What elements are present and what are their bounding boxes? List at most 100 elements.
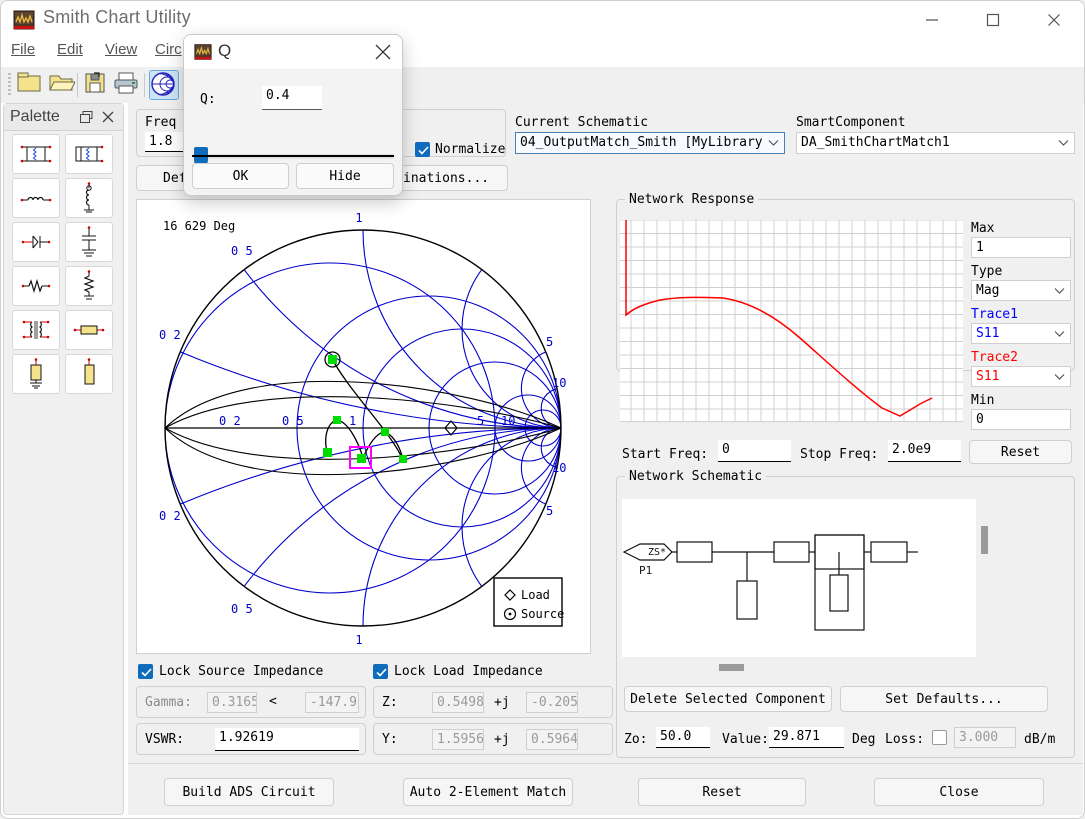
value-input[interactable]: 29.871 — [769, 727, 844, 748]
vswr-input[interactable]: 1.92619 — [215, 728, 359, 751]
smith-chart-app-icon — [13, 9, 35, 31]
svg-text:10: 10 — [552, 461, 566, 475]
menu-edit-label: Edit — [57, 41, 83, 58]
minimize-button[interactable] — [909, 1, 955, 38]
smartcomponent-combo[interactable]: DA_SmithChartMatch1 — [796, 132, 1075, 154]
window-title: Smith Chart Utility — [43, 7, 191, 27]
set-defaults-button[interactable]: Set Defaults... — [840, 686, 1048, 712]
svg-text:0 2: 0 2 — [159, 328, 181, 342]
schematic-vertical-scroll-thumb[interactable] — [981, 526, 988, 554]
q-dialog-close-icon[interactable] — [374, 43, 394, 63]
svg-text:0 5: 0 5 — [231, 244, 253, 258]
start-freq-input[interactable]: 0 — [718, 440, 791, 462]
y-imag-input[interactable]: 0.5964 — [526, 729, 578, 750]
deg-label: Deg — [852, 732, 876, 747]
chevron-down-icon — [768, 140, 779, 147]
menu-view[interactable]: View — [105, 41, 137, 58]
delete-selected-component-button[interactable]: Delete Selected Component — [624, 686, 832, 712]
lock-load-impedance-label: Lock Load Impedance — [394, 664, 543, 679]
open-folder-icon[interactable] — [47, 70, 77, 100]
z-imag-input[interactable]: -0.205 — [526, 692, 578, 713]
main-content: Freq 1.8 Normalize Defi inations... Curr… — [128, 103, 1083, 815]
schematic-horizontal-scroll-thumb[interactable] — [719, 664, 744, 671]
smith-chart-app-icon — [194, 43, 212, 61]
auto-2-element-match-button[interactable]: Auto 2-Element Match — [403, 778, 573, 806]
z-label: Z: — [382, 695, 398, 710]
trace2-label: Trace2 — [971, 350, 1018, 365]
palette-transformer[interactable] — [12, 310, 60, 350]
vswr-row: VSWR: 1.92619 — [136, 723, 366, 755]
palette-shunt-rlc[interactable] — [65, 134, 113, 174]
stop-freq-input[interactable]: 2.0e9 — [888, 440, 961, 462]
palette-series-resistor[interactable] — [12, 266, 60, 306]
palette-grid — [10, 134, 118, 398]
network-response-chart[interactable] — [620, 220, 963, 422]
svg-text:5: 5 — [546, 335, 553, 349]
palette-shunt-inductor[interactable] — [65, 178, 113, 218]
toolbar-grip[interactable] — [8, 73, 11, 97]
menu-edit[interactable]: Edit — [57, 41, 83, 58]
terminations-button[interactable]: inations... — [396, 165, 508, 191]
palette-shunt-stub-open[interactable] — [65, 354, 113, 394]
smith-chart-icon[interactable] — [149, 70, 179, 100]
y-real-input[interactable]: 1.5956 — [432, 729, 484, 750]
palette-series-inductor[interactable] — [12, 178, 60, 218]
svg-text:1: 1 — [349, 414, 356, 428]
footer-reset-button[interactable]: Reset — [638, 778, 806, 806]
lock-source-impedance-checkbox[interactable] — [138, 664, 153, 679]
svg-text:0 2: 0 2 — [219, 414, 241, 428]
max-label: Max — [971, 221, 995, 236]
lock-load-impedance-checkbox[interactable] — [373, 664, 388, 679]
z-row: Z: 0.5498 +j -0.205 — [373, 686, 613, 718]
y-row: Y: 1.5956 +j 0.5964 — [373, 723, 613, 755]
current-schematic-combo[interactable]: 04_OutputMatch_Smith [MyLibrary — [515, 132, 785, 154]
close-window-button[interactable] — [1031, 1, 1077, 38]
max-input[interactable]: 1 — [971, 237, 1071, 258]
palette-shunt-resistor[interactable] — [65, 266, 113, 306]
min-label: Min — [971, 393, 995, 408]
loss-checkbox[interactable] — [932, 730, 947, 745]
menu-file[interactable]: File — [11, 41, 35, 58]
save-floppy-icon[interactable] — [81, 70, 111, 100]
z-real-input[interactable]: 0.5498 — [432, 692, 484, 713]
min-input[interactable]: 0 — [971, 409, 1071, 430]
palette-title: Palette — [10, 108, 60, 125]
gamma-magnitude-input[interactable]: 0.3165 — [207, 692, 257, 713]
q-dialog[interactable]: Q Q: 0.4 OK Hide — [183, 34, 403, 196]
gamma-angle-input[interactable]: -147.9 — [305, 692, 359, 713]
application-window: Smith Chart Utility File Edit View Circ — [0, 0, 1085, 819]
palette-shunt-stub-shorted[interactable] — [12, 354, 60, 394]
stop-freq-label: Stop Freq: — [800, 447, 879, 462]
loss-input[interactable]: 3.000 — [954, 727, 1016, 748]
network-response-reset-button[interactable]: Reset — [969, 440, 1072, 464]
q-ok-button[interactable]: OK — [192, 163, 289, 189]
trace1-combo[interactable]: S11 — [971, 323, 1071, 344]
zo-input[interactable]: 50.0 — [656, 727, 710, 748]
palette-shunt-capacitor[interactable] — [65, 222, 113, 262]
menu-circuit[interactable]: Circ — [155, 41, 182, 58]
palette-close-icon[interactable] — [101, 110, 115, 124]
palette-series-tline[interactable] — [65, 310, 113, 350]
palette-series-capacitor[interactable] — [12, 222, 60, 262]
trace1-label: Trace1 — [971, 307, 1018, 322]
palette-series-rlc[interactable] — [12, 134, 60, 174]
q-dialog-title-bar: Q — [184, 35, 402, 69]
network-schematic-canvas[interactable]: ZS* P1 — [622, 499, 976, 657]
q-hide-button[interactable]: Hide — [296, 163, 394, 189]
footer-close-button[interactable]: Close — [874, 778, 1044, 806]
lock-source-impedance-label: Lock Source Impedance — [159, 664, 324, 679]
float-window-icon[interactable] — [80, 111, 93, 123]
smith-chart-canvas[interactable]: 16 629 Deg 1 1 0 5 0 5 0 2 0 2 5 5 10 10… — [136, 199, 591, 654]
q-dialog-divider — [192, 155, 394, 157]
q-input[interactable]: 0.4 — [262, 86, 322, 110]
build-ads-circuit-button[interactable]: Build ADS Circuit — [164, 778, 334, 806]
type-combo[interactable]: Mag — [971, 280, 1071, 301]
new-file-icon[interactable] — [15, 70, 45, 100]
maximize-button[interactable] — [970, 1, 1016, 38]
normalize-checkbox[interactable] — [415, 142, 430, 157]
freq-label: Freq — [145, 115, 177, 130]
svg-text:ZS*: ZS* — [648, 547, 666, 558]
print-icon[interactable] — [112, 70, 142, 100]
svg-text:5: 5 — [546, 504, 553, 518]
trace2-combo[interactable]: S11 — [971, 366, 1071, 387]
